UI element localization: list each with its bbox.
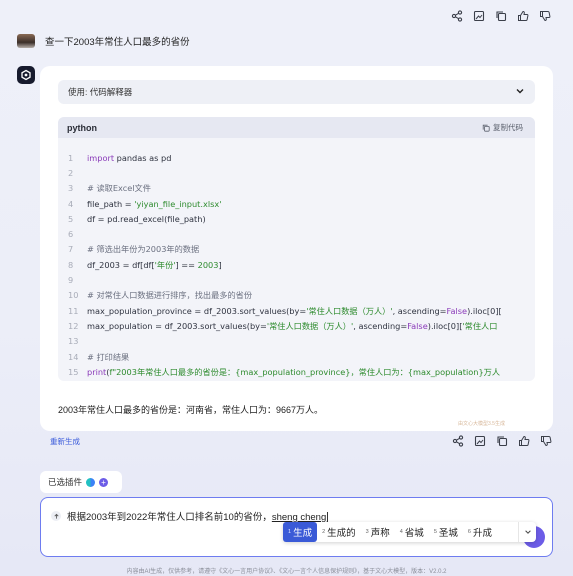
code-header: python 复制代码 xyxy=(58,117,535,138)
ime-candidate[interactable]: 4 省城 xyxy=(395,522,429,542)
input-text: 根据2003年到2022年常住人口排名前10的省份，sheng cheng xyxy=(67,511,329,523)
user-message-row: 查一下2003年常住人口最多的省份 xyxy=(17,34,190,48)
ime-candidate[interactable]: 2 生成的 xyxy=(317,522,361,542)
copy-code-label: 复制代码 xyxy=(493,123,523,132)
ime-candidate[interactable]: 1 生成 xyxy=(283,522,318,542)
thumb-down-icon[interactable] xyxy=(539,434,553,448)
code-line: 13 xyxy=(68,336,79,347)
message-actions-bottom xyxy=(451,434,553,448)
ime-candidate[interactable]: 3 声称 xyxy=(361,522,395,542)
user-query: 查一下2003年常住人口最多的省份 xyxy=(45,37,190,48)
thumb-up-icon[interactable] xyxy=(517,434,531,448)
bot-avatar-icon xyxy=(17,66,35,84)
upload-icon[interactable] xyxy=(51,511,61,521)
image-icon[interactable] xyxy=(472,9,486,23)
code-line: 9 xyxy=(68,275,74,286)
footer-disclaimer: 内容由AI生成，仅供参考，请遵守《文心一言用户协议》、《文心一言个人信息保护规则… xyxy=(126,569,447,575)
add-plugin-icon[interactable]: + xyxy=(99,477,109,487)
thumb-down-icon[interactable] xyxy=(538,9,552,23)
watermark: 由文心大模型3.5生成 xyxy=(458,421,505,427)
tool-usage-panel[interactable]: 使用: 代码解释器 xyxy=(58,80,535,104)
share-icon[interactable] xyxy=(450,9,464,23)
answer-text: 2003年常住人口最多的省份是：河南省，常住人口为：9667万人。 xyxy=(58,405,324,415)
regenerate-link[interactable]: 重新生成 xyxy=(50,436,80,447)
code-body: 1 import pandas as pd 2 3 # 读取Excel文件 4 fil… xyxy=(58,138,535,379)
chevron-down-icon[interactable] xyxy=(518,522,536,542)
image-icon[interactable] xyxy=(473,434,487,448)
share-icon[interactable] xyxy=(451,434,465,448)
code-line: 3 # 读取Excel文件 xyxy=(68,183,151,194)
plugin-code-interpreter-icon xyxy=(86,477,96,487)
code-line: 1 import pandas as pd xyxy=(68,152,172,163)
avatar xyxy=(17,34,35,48)
code-language: python xyxy=(67,122,97,133)
code-line: 14 # 打印结果 xyxy=(68,351,130,362)
copy-code-button[interactable]: 复制代码 xyxy=(482,122,523,133)
thumb-up-icon[interactable] xyxy=(516,9,530,23)
code-line: 5 df = pd.read_excel(file_path) xyxy=(68,213,206,224)
input-row: 根据2003年到2022年常住人口排名前10的省份，sheng cheng xyxy=(51,509,329,523)
message-actions-top xyxy=(450,9,552,23)
code-line: 6 xyxy=(68,229,74,240)
copy-icon[interactable] xyxy=(495,434,509,448)
ime-candidate-bar: 1 生成 2 生成的 3 声称 4 省城 5 圣城 6 升成 xyxy=(283,522,536,542)
code-line: 10 # 对常住人口数据进行排序，找出最多的省份 xyxy=(68,290,253,301)
ime-candidate[interactable]: 5 圣城 xyxy=(429,522,463,542)
code-line: 8 df_2003 = df[df['年份'] == 2003] xyxy=(68,259,222,270)
copy-icon[interactable] xyxy=(494,9,508,23)
code-line: 15 print(f"2003年常住人口最多的省份是：{max_populatio… xyxy=(68,366,501,377)
selected-plugins[interactable]: 已选插件 + xyxy=(40,471,122,493)
ime-candidate[interactable]: 6 升成 xyxy=(463,522,497,542)
chevron-down-icon[interactable] xyxy=(515,83,525,101)
copy-icon xyxy=(482,124,490,132)
plugins-label: 已选插件 xyxy=(48,477,83,487)
code-line: 4 file_path = 'yiyan_file_input.xlsx' xyxy=(68,198,222,209)
code-line: 12 max_population = df_2003.sort_values(b… xyxy=(68,320,498,331)
code-line: 7 # 筛选出年份为2003年的数据 xyxy=(68,244,200,255)
code-line: 11 max_population_province = df_2003.sort… xyxy=(68,305,502,316)
code-block: python 复制代码 1 import pandas as pd 2 3 # 读取… xyxy=(58,117,535,381)
tool-usage-label: 使用: 代码解释器 xyxy=(68,87,133,97)
code-line: 2 xyxy=(68,167,74,178)
